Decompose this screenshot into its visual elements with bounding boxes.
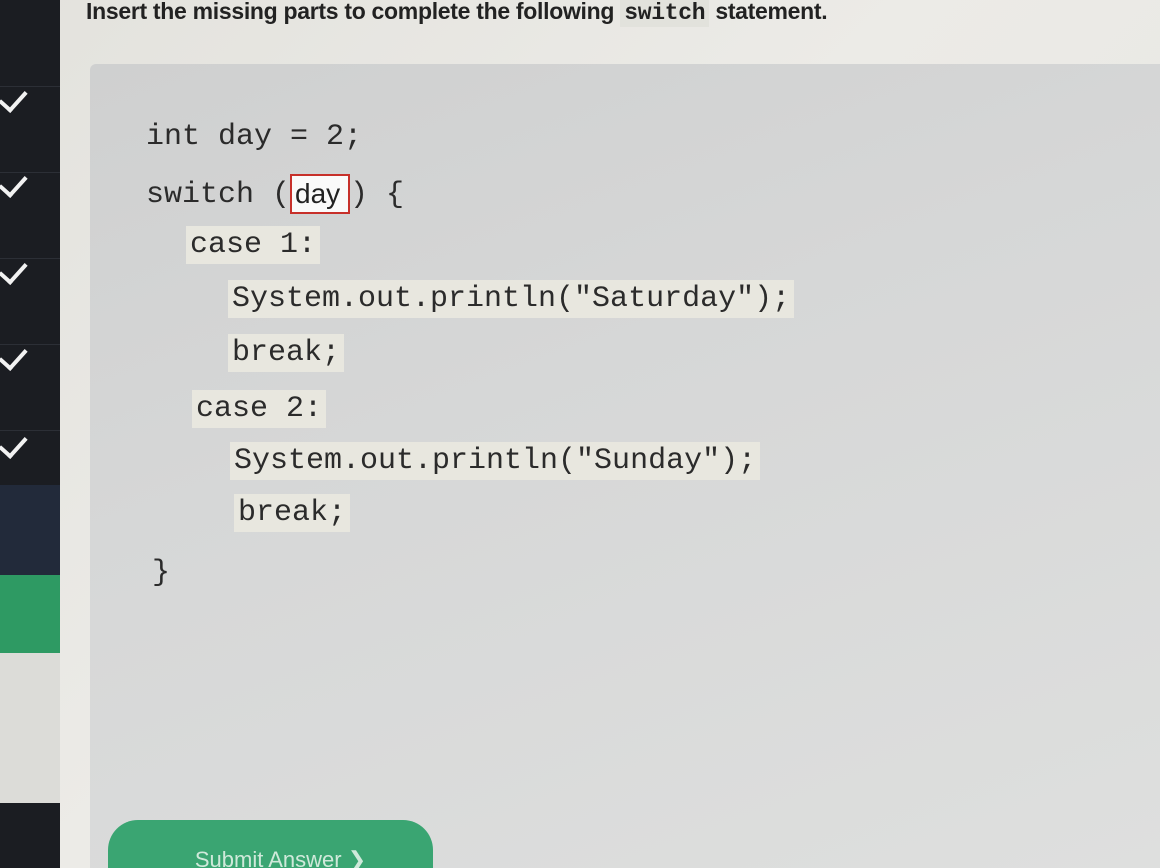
answer-blank-input[interactable]: day: [290, 174, 351, 214]
checkmark-icon: [0, 428, 28, 460]
code-line-case1: case 1:: [186, 226, 321, 264]
code-panel: int day = 2; switch (day) { case 1: Syst…: [90, 64, 1160, 868]
page: Insert the missing parts to complete the…: [0, 0, 1160, 868]
code-line-declaration: int day = 2;: [146, 120, 363, 154]
sidebar-item[interactable]: [0, 344, 60, 431]
sidebar-item[interactable]: [0, 803, 60, 868]
code-line-break2: break;: [234, 494, 351, 532]
sidebar-item[interactable]: [0, 258, 60, 345]
sidebar-item-active[interactable]: [0, 575, 60, 653]
code-line-println1: System.out.println("Saturday");: [228, 280, 795, 318]
code-line-switch: switch (day) {: [146, 174, 404, 214]
case2-label: case 2:: [192, 390, 327, 428]
sidebar-item[interactable]: [0, 0, 60, 87]
break2-text: break;: [234, 494, 351, 532]
break1-text: break;: [228, 334, 345, 372]
code-line-close-brace: }: [152, 556, 171, 590]
submit-answer-button[interactable]: Submit Answer ❯: [108, 820, 433, 868]
code-line-println2: System.out.println("Sunday");: [230, 442, 761, 480]
instruction-before: Insert the missing parts to complete the…: [86, 0, 621, 24]
sidebar-item[interactable]: [0, 86, 60, 173]
code-line-break1: break;: [228, 334, 345, 372]
case1-label: case 1:: [186, 226, 321, 264]
sidebar-item[interactable]: [0, 485, 60, 575]
sidebar-item[interactable]: [0, 653, 60, 803]
println2-text: System.out.println("Sunday");: [230, 442, 761, 480]
switch-keyword: switch: [620, 0, 710, 27]
instruction-text: Insert the missing parts to complete the…: [86, 0, 828, 27]
switch-keyword-code: switch (: [146, 177, 291, 212]
println1-text: System.out.println("Saturday");: [228, 280, 795, 318]
switch-end: ) {: [350, 177, 405, 212]
code-line-case2: case 2:: [192, 390, 327, 428]
instruction-after: statement.: [709, 0, 828, 24]
sidebar: [0, 0, 60, 868]
sidebar-item[interactable]: [0, 172, 60, 259]
